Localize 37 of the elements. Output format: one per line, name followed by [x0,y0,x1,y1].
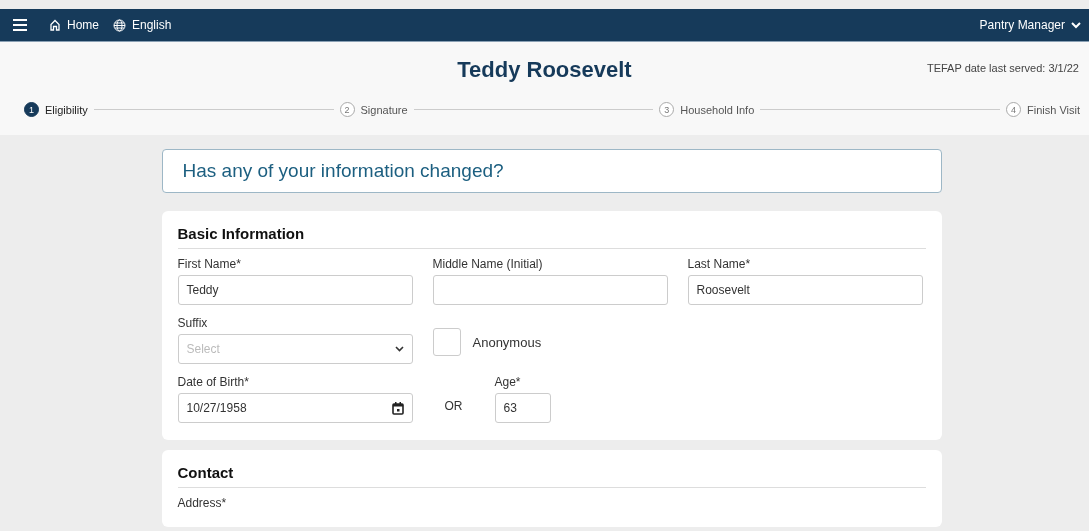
chevron-down-icon [394,346,404,352]
step-number: 3 [659,102,675,117]
home-link[interactable]: Home [49,18,99,32]
input-field[interactable] [432,275,668,305]
step-tab[interactable]: 3 Household Info [659,102,755,117]
field-label: Suffix [177,316,209,330]
tefap-date-text: TEFAP date last served: 3/1/22 [926,62,1079,74]
menu-icon[interactable] [13,19,27,31]
input-field[interactable]: 63 [494,393,551,423]
user-menu[interactable]: Pantry Manager [979,18,1081,32]
date-field[interactable]: 10/27/1958 [177,393,413,423]
checkbox[interactable] [432,328,461,356]
step-number: 1 [24,102,39,117]
step-tab[interactable]: 1 Eligibility [24,102,88,117]
step-tab[interactable]: 2 Signature [339,102,408,117]
person-name: Teddy Roosevelt [457,57,632,84]
checkbox-label: Anonymous [472,334,542,350]
globe-icon [113,18,126,32]
step-number: 4 [1006,102,1021,117]
field-label: Last Name* [687,257,752,271]
field-label: Age* [494,375,522,389]
field-label: Date of Birth* [177,375,250,389]
input-field[interactable]: Roosevelt [687,275,923,305]
section-title: Contact [177,464,926,488]
input-field[interactable]: Teddy [177,275,413,305]
language-link[interactable]: English [113,18,172,32]
step-number: 2 [339,102,355,117]
field-label: Middle Name (Initial) [432,257,544,271]
or-text: OR [444,399,463,413]
chevron-down-icon [1071,21,1081,29]
calendar-icon [391,401,404,415]
home-icon [49,19,61,31]
field-label: First Name* [177,257,242,271]
step-tab[interactable]: 4 Finish Visit [1006,102,1080,117]
section-title: Basic Information [177,225,926,249]
question-banner: Has any of your information changed? [161,149,942,193]
field-label: Address* [177,496,227,510]
